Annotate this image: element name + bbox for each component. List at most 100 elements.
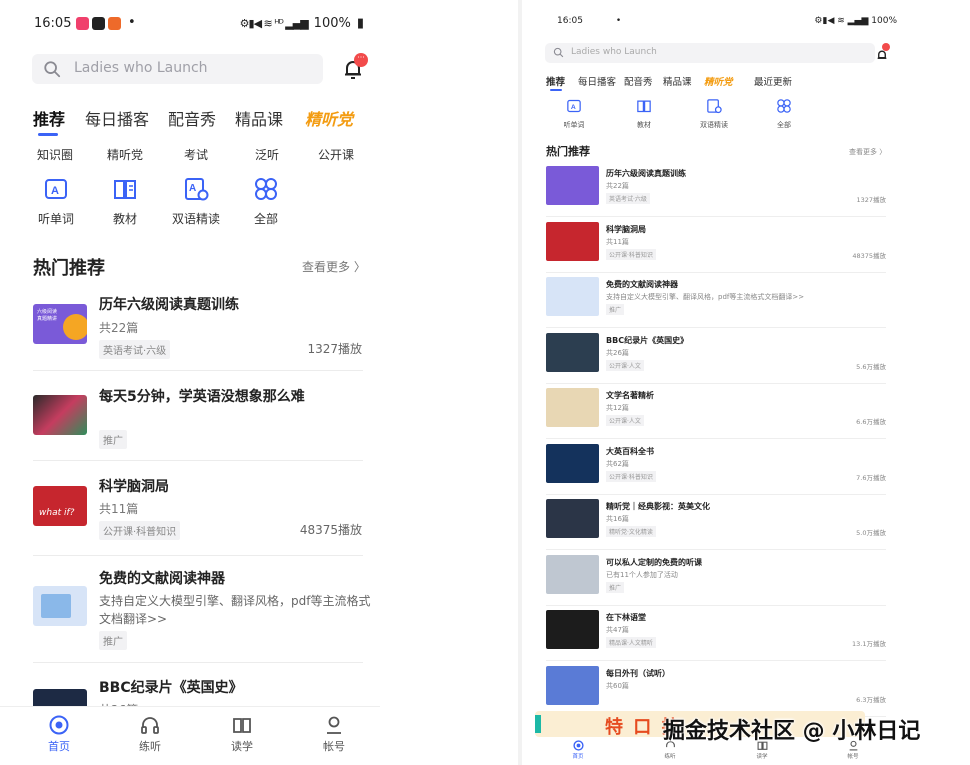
divider xyxy=(546,216,886,217)
tab-recommend[interactable]: 推荐 xyxy=(33,106,65,130)
item-count: 共12篇 xyxy=(606,404,629,412)
item-title: 精听党｜经典影视：英美文化 xyxy=(606,502,710,511)
divider xyxy=(546,271,886,273)
item-title: 科学脑洞局 xyxy=(99,479,169,495)
nav-label: 首页 xyxy=(572,754,584,760)
search-bar[interactable]: Ladies who Launch xyxy=(545,43,875,63)
search-bar[interactable]: Ladies who Launch xyxy=(32,54,323,84)
tab-dubbing[interactable]: 配音秀 xyxy=(168,106,216,130)
item-thumbnail xyxy=(33,586,87,626)
headphones-icon xyxy=(141,717,159,734)
item-thumbnail xyxy=(546,388,599,427)
item-thumbnail xyxy=(546,166,599,205)
tab-daily-podcast[interactable]: 每日播客 xyxy=(85,106,149,130)
tab-dubbing[interactable]: 配音秀 xyxy=(624,74,653,88)
tab-intensive-listening[interactable]: 精听党 xyxy=(305,106,353,130)
bottom-nav: 首页 练听 读学 帐号 xyxy=(0,706,380,765)
cat-all[interactable]: 全部 xyxy=(761,98,807,130)
cat-all[interactable]: 全部 xyxy=(236,176,296,227)
item-title: 免费的文献阅读神器 xyxy=(606,280,678,289)
search-placeholder: Ladies who Launch xyxy=(74,60,208,76)
item-plays: 48375播放 xyxy=(852,251,886,260)
item-count: 共22篇 xyxy=(606,182,629,190)
item-title: 科学脑洞局 xyxy=(606,224,646,234)
cat-label: 全部 xyxy=(777,121,791,129)
divider xyxy=(33,555,363,556)
battery-icon: ▮ xyxy=(356,16,364,31)
list-item[interactable]: 在下林语堂 共47篇 精品课·人文精听 13.1万播放 xyxy=(546,610,886,666)
item-description: 支持自定义大模型引擎、翻译风格，pdf等主流格式文档翻译>> xyxy=(99,594,371,626)
item-count: 已有11个人参加了活动 xyxy=(606,570,678,579)
book-icon xyxy=(637,100,651,113)
see-more-link[interactable]: 查看更多 〉 xyxy=(849,147,886,157)
item-thumbnail xyxy=(33,395,87,435)
home-icon xyxy=(572,740,584,751)
subtab-extensive[interactable]: 泛听 xyxy=(255,146,279,163)
item-title: 免费的文献阅读神器 xyxy=(99,571,225,587)
nav-home[interactable]: 首页 xyxy=(29,715,89,754)
item-count: 支持自定义大模型引擎、翻译风格，pdf等主流格式文档翻译>> xyxy=(606,293,805,301)
item-plays: 7.6万播放 xyxy=(856,473,886,482)
nav-read[interactable]: 读学 xyxy=(212,715,272,754)
subtab-open-course[interactable]: 公开课 xyxy=(318,146,354,163)
list-item[interactable]: 精听党｜经典影视：英美文化 共16篇 精听党·文化精读 5.0万播放 xyxy=(546,499,886,555)
divider xyxy=(33,460,363,461)
cat-textbook[interactable]: 教材 xyxy=(621,98,667,130)
item-count: 共26篇 xyxy=(606,348,629,357)
list-item[interactable]: 可以私人定制的免费的听课 已有11个人参加了活动 推广 xyxy=(546,554,886,611)
item-plays: 5.0万播放 xyxy=(856,529,886,537)
list-item[interactable]: 历年六级阅读真题训练 共22篇 英语考试·六级 1327播放 xyxy=(546,166,886,222)
item-tag: 公开课·科普知识 xyxy=(606,470,656,482)
item-title: 每日外刊（试听） xyxy=(606,668,670,678)
list-item[interactable]: 文学名著精析 共12篇 公开课·人文 6.6万播放 xyxy=(546,388,886,444)
subtab-knowledge[interactable]: 知识圈 xyxy=(37,146,73,163)
ad-tag: 推广 xyxy=(99,430,127,449)
item-count: 共11篇 xyxy=(606,237,629,246)
notification-button[interactable] xyxy=(876,43,890,59)
cat-label: 双语精读 xyxy=(171,212,220,226)
item-title: 在下林语堂 xyxy=(606,613,646,622)
subtab-exam[interactable]: 考试 xyxy=(184,146,208,163)
tab-intensive-listening[interactable]: 精听党 xyxy=(704,74,733,88)
item-thumbnail xyxy=(546,554,599,594)
bilingual-doc-icon: A xyxy=(185,178,209,201)
list-item[interactable]: BBC纪录片《英国史》 共26篇 公开课·人文 5.6万播放 xyxy=(546,332,886,389)
app-icon-2 xyxy=(92,17,105,30)
nav-account[interactable]: 帐号 xyxy=(304,715,364,754)
cat-bilingual-reading[interactable]: A 双语精读 xyxy=(166,176,226,227)
item-plays: 6.3万播放 xyxy=(856,695,886,704)
see-more-link[interactable]: 查看更多 〉 xyxy=(302,258,366,275)
tab-recommend[interactable]: 推荐 xyxy=(546,74,565,88)
tab-premium-course[interactable]: 精品课 xyxy=(663,74,692,88)
item-thumbnail xyxy=(546,499,599,538)
item-count: 共62篇 xyxy=(606,459,629,468)
tab-latest-updates[interactable]: 最近更新 xyxy=(754,74,792,88)
item-plays: 1327播放 xyxy=(856,196,886,204)
bilingual-doc-icon xyxy=(707,99,722,114)
divider xyxy=(546,549,886,550)
list-item[interactable]: 大英百科全书 共62篇 公开课·科普知识 7.6万播放 xyxy=(546,443,886,500)
subtab-intensive[interactable]: 精听党 xyxy=(107,146,143,163)
nav-home[interactable]: 首页 xyxy=(558,740,598,760)
word-card-icon: A xyxy=(567,99,581,113)
item-tag: 公开课·科普知识 xyxy=(99,521,181,540)
item-count: 共11篇 xyxy=(99,502,139,516)
cat-textbook[interactable]: 教材 xyxy=(95,176,155,227)
divider xyxy=(33,370,363,371)
nav-listen[interactable]: 练听 xyxy=(120,715,180,754)
notification-button[interactable]: ··· xyxy=(342,53,368,80)
item-thumbnail: what if? xyxy=(33,486,87,526)
cat-bilingual-reading[interactable]: 双语精读 xyxy=(691,98,737,130)
search-icon xyxy=(553,47,564,58)
cat-label: 听单词 xyxy=(37,212,74,226)
item-thumbnail xyxy=(546,443,599,483)
cat-listen-words[interactable]: A 听单词 xyxy=(26,176,86,227)
tab-premium-course[interactable]: 精品课 xyxy=(235,106,283,130)
divider xyxy=(546,438,886,439)
cat-listen-words[interactable]: A 听单词 xyxy=(551,98,597,130)
list-item[interactable]: 免费的文献阅读神器 支持自定义大模型引擎、翻译风格，pdf等主流格式文档翻译>> 推… xyxy=(546,277,886,333)
cat-label: 教材 xyxy=(112,212,137,226)
list-item[interactable]: 科学脑洞局 共11篇 公开课·科普知识 48375播放 xyxy=(546,221,886,278)
tab-daily-podcast[interactable]: 每日播客 xyxy=(578,74,616,88)
item-thumbnail xyxy=(546,610,599,649)
